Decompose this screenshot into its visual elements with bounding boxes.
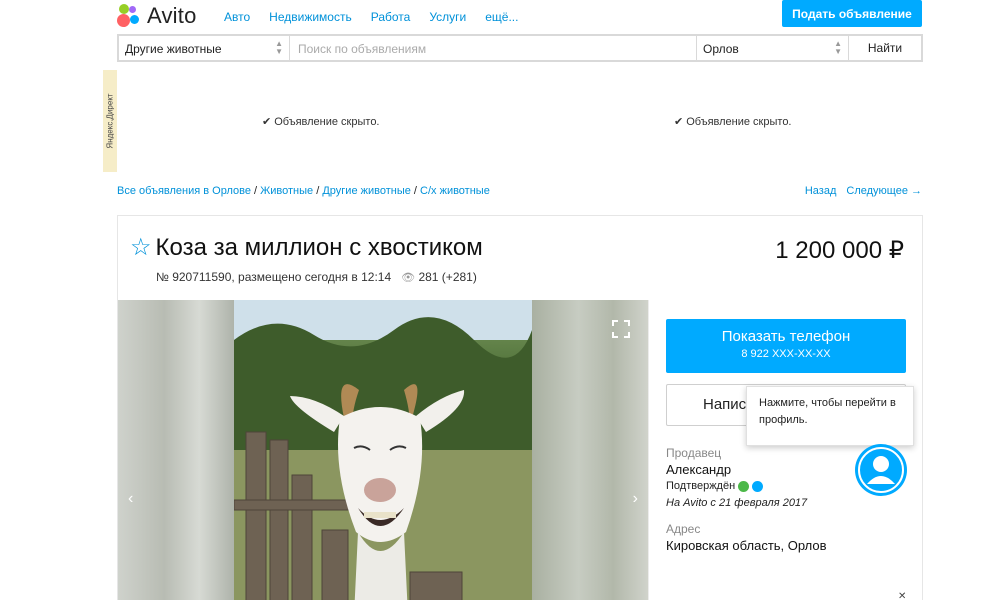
top-header: Avito Авто Недвижимость Работа Услуги ещ…: [0, 0, 1000, 34]
breadcrumb-item[interactable]: Другие животные: [322, 185, 411, 197]
select-arrows-icon: ▲ ▼: [834, 39, 842, 56]
select-arrows-icon: ▲ ▼: [275, 39, 283, 56]
hidden-ad-text: Объявление скрыто.: [274, 116, 380, 128]
main-nav: Авто Недвижимость Работа Услуги ещё...: [224, 10, 518, 24]
nav-item-services[interactable]: Услуги: [429, 10, 466, 24]
blurred-photo-right: [532, 300, 648, 600]
next-photo-icon[interactable]: ›: [633, 490, 638, 508]
user-icon: [858, 447, 904, 493]
email-verified-icon: [752, 480, 764, 492]
check-icon: ✔: [674, 116, 684, 128]
eye-icon: 👁: [401, 272, 416, 284]
post-ad-button[interactable]: Подать объявление: [782, 0, 922, 27]
listing-title: Коза за миллион с хвостиком: [155, 234, 483, 261]
search-input[interactable]: Поиск по объявлениям: [290, 36, 697, 60]
listing-meta: № 920711590, размещено сегодня в 12:14 👁…: [156, 270, 477, 284]
city-select[interactable]: Орлов ▲ ▼: [697, 36, 849, 60]
yandex-direct-label: Яндекс.Директ: [105, 93, 115, 149]
breadcrumb-item[interactable]: Животные: [260, 185, 313, 197]
nav-item-jobs[interactable]: Работа: [371, 10, 411, 24]
avito-logo[interactable]: Avito: [117, 3, 197, 29]
breadcrumb: Все объявления в Орлове / Животные / Дру…: [117, 185, 490, 197]
seller-label: Продавец: [666, 446, 722, 460]
address-value: Кировская область, Орлов: [666, 538, 827, 553]
yandex-direct-tag[interactable]: Яндекс.Директ: [103, 70, 117, 172]
logo-dots-icon: [117, 4, 143, 28]
seller-name[interactable]: Александр: [666, 462, 731, 477]
profile-tooltip: Нажмите, чтобы перейти в профиль.: [746, 386, 914, 446]
hidden-ad-notice: ✔ Объявление скрыто.: [262, 115, 380, 128]
search-bar: Другие животные ▲ ▼ Поиск по объявлениям …: [117, 34, 923, 62]
back-link[interactable]: Назад: [805, 185, 837, 197]
fullscreen-icon[interactable]: [612, 320, 630, 338]
photo-gallery[interactable]: ‹ ›: [118, 300, 648, 600]
breadcrumb-item[interactable]: Все объявления в Орлове: [117, 185, 251, 197]
address-label: Адрес: [666, 522, 701, 536]
hidden-ad-notice: ✔ Объявление скрыто.: [674, 115, 792, 128]
blurred-photo-left: [118, 300, 234, 600]
favorite-star-icon[interactable]: ☆: [130, 236, 152, 260]
views-counter: 👁 281 (+281): [401, 270, 477, 284]
check-icon: ✔: [262, 116, 272, 128]
nav-item-realty[interactable]: Недвижимость: [269, 10, 352, 24]
city-value: Орлов: [703, 42, 739, 56]
masked-phone: 8 922 XXX-XX-XX: [741, 348, 831, 360]
hidden-ad-text: Объявление скрыто.: [686, 116, 792, 128]
seller-avatar[interactable]: [855, 444, 907, 496]
listing-pager: Назад Следующее →: [805, 185, 922, 197]
breadcrumb-item[interactable]: С/х животные: [420, 185, 490, 197]
next-link[interactable]: Следующее →: [846, 185, 922, 197]
phone-verified-icon: [738, 480, 750, 492]
find-button[interactable]: Найти: [849, 36, 921, 60]
goat-image: [234, 300, 532, 600]
show-phone-label: Показать телефон: [721, 328, 851, 345]
title-row: ☆ Коза за миллион с хвостиком: [130, 234, 483, 262]
panel-divider: [648, 300, 649, 600]
close-icon[interactable]: ✕: [898, 591, 906, 600]
nav-item-auto[interactable]: Авто: [224, 10, 250, 24]
category-select[interactable]: Другие животные ▲ ▼: [119, 36, 290, 60]
views-value: 281 (+281): [418, 270, 477, 284]
nav-item-more[interactable]: ещё...: [485, 10, 518, 24]
goat-photo[interactable]: [234, 300, 532, 600]
listing-number: № 920711590, размещено сегодня в 12:14: [156, 270, 392, 284]
verified-row: Подтверждён: [666, 480, 764, 492]
listing-price: 1 200 000 ₽: [775, 237, 904, 264]
show-phone-button[interactable]: Показать телефон 8 922 XXX-XX-XX: [666, 319, 906, 373]
logo-text: Avito: [147, 3, 197, 28]
prev-photo-icon[interactable]: ‹: [128, 490, 133, 508]
verified-text: Подтверждён: [666, 480, 736, 492]
member-since: На Avito с 21 февраля 2017: [666, 497, 808, 509]
category-value: Другие животные: [125, 42, 222, 56]
listing-card: ☆ Коза за миллион с хвостиком 1 200 000 …: [117, 215, 923, 600]
